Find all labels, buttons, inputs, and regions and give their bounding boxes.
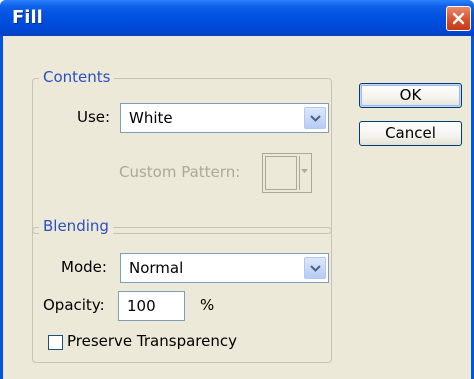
custom-pattern-picker [262, 153, 312, 193]
contents-legend: Contents [39, 68, 115, 86]
close-icon [452, 12, 465, 25]
use-dropdown-button[interactable] [304, 107, 326, 129]
cancel-button[interactable]: Cancel [359, 121, 462, 146]
opacity-label: Opacity: [43, 296, 105, 314]
close-button[interactable] [446, 6, 471, 31]
opacity-unit: % [200, 296, 215, 314]
title-bar[interactable]: Fill [0, 0, 474, 36]
use-dropdown[interactable]: White [120, 103, 329, 133]
mode-value: Normal [129, 259, 184, 277]
mode-dropdown[interactable]: Normal [120, 253, 329, 283]
blending-legend: Blending [39, 217, 113, 235]
custom-pattern-label: Custom Pattern: [119, 163, 241, 181]
use-value: White [129, 109, 173, 127]
chevron-down-icon [301, 169, 308, 173]
use-label: Use: [77, 108, 111, 126]
pattern-swatch [265, 156, 297, 190]
preserve-transparency-label[interactable]: Preserve Transparency [67, 332, 237, 350]
mode-dropdown-button[interactable] [304, 257, 326, 279]
preserve-transparency-checkbox[interactable] [48, 335, 63, 350]
contents-group: Contents Use: White Custom Pattern: [32, 68, 332, 234]
blending-group: Blending Mode: Normal Opacity: 100 % Pre… [32, 217, 332, 363]
window-title: Fill [12, 7, 43, 28]
chevron-down-icon [310, 115, 321, 122]
mode-label: Mode: [61, 258, 107, 276]
opacity-input[interactable]: 100 [118, 291, 185, 321]
fill-dialog: Fill Contents Use: White Custom Pattern: [0, 0, 474, 379]
dialog-body: Contents Use: White Custom Pattern: Blen… [3, 36, 471, 379]
chevron-down-icon [310, 265, 321, 272]
opacity-value: 100 [127, 297, 156, 315]
pattern-dropdown-button [299, 156, 309, 190]
ok-button[interactable]: OK [359, 83, 462, 108]
